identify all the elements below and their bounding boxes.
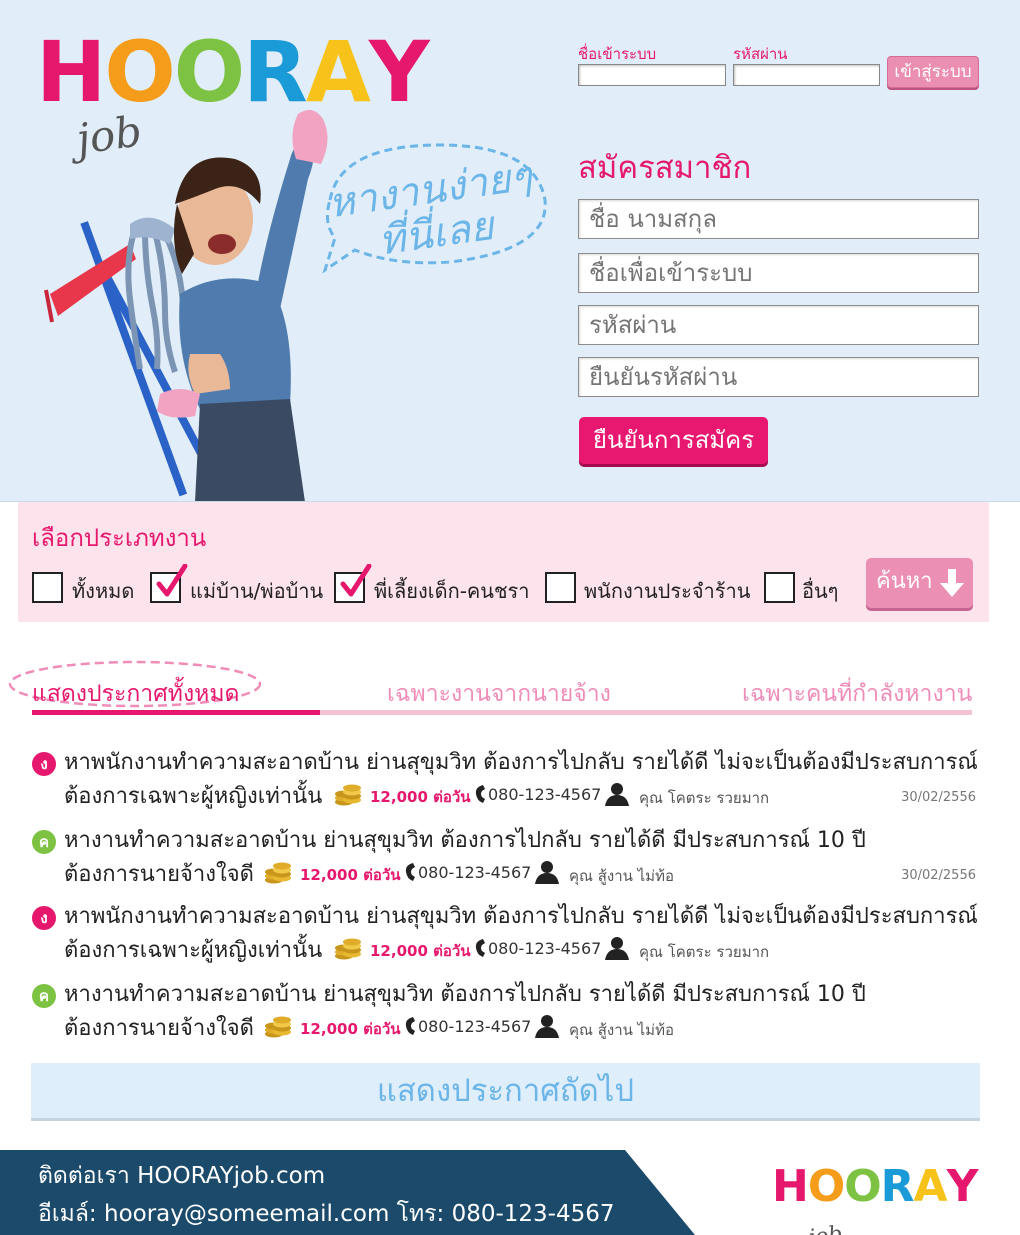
job-details: ต้องการนายจ้างใจดี 12,000 ต่อวัน 080-123-4… [64,856,980,887]
wage: 12,000 ต่อวัน [370,942,471,960]
coins-icon [334,936,362,960]
search-label: ค้นหา [876,569,933,594]
username-field[interactable] [578,253,979,293]
coins-icon [264,1014,292,1038]
woman-with-mop-illustration [44,110,328,501]
phone-icon [404,862,416,882]
contact-person: คุณ สู้งาน ไม่ท้อ [569,867,674,885]
tab-underline-active [32,710,320,715]
post-date: 30/02/2556 [901,790,976,805]
listing-type-badge: ค [32,984,56,1008]
job-type-label: พนักงานประจำร้าน [584,579,751,603]
confirm-password-field[interactable] [578,357,979,397]
next-listings-button[interactable]: แสดงประกาศถัดไป [31,1063,980,1121]
job-requirement: ต้องการเฉพาะผู้หญิงเท่านั้น [64,938,323,963]
logo-letter: A [913,1161,948,1212]
job-details: ต้องการเฉพาะผู้หญิงเท่านั้น 12,000 ต่อวัน… [64,778,980,809]
hooray-job-footer-logo[interactable]: HOORAYjob [772,1161,978,1235]
phone-number[interactable]: 080-123-4567 [488,939,601,958]
contact-person: คุณ สู้งาน ไม่ท้อ [569,1021,674,1039]
login-password-input[interactable] [733,64,880,86]
password-label: รหัสผ่าน [733,45,788,63]
contact-person: คุณ โคตระ รวยมาก [639,943,770,961]
job-type-checkbox[interactable] [334,564,372,603]
register-submit-button[interactable]: ยืนยันการสมัคร [579,417,768,464]
phone-number[interactable]: 080-123-4567 [488,785,601,804]
phone-icon [474,784,486,804]
login-button[interactable]: เข้าสู่ระบบ [887,56,979,88]
job-type-checkbox[interactable] [764,572,795,603]
wage: 12,000 ต่อวัน [300,1020,401,1038]
arrow-down-icon [940,569,964,597]
listing-type-badge: ค [32,830,56,854]
coins-icon [264,860,292,884]
job-title[interactable]: หางานทำความสะอาดบ้าน ย่านสุขุมวิท ต้องกา… [64,822,866,857]
job-type-checkbox[interactable] [150,564,188,603]
job-title[interactable]: หาพนักงานทำความสะอาดบ้าน ย่านสุขุมวิท ต้… [64,744,978,779]
wage: 12,000 ต่อวัน [300,866,401,884]
logo-letter: O [844,1161,881,1212]
password-field[interactable] [578,305,979,345]
job-requirement: ต้องการนายจ้างใจดี [64,862,254,887]
logo-letter: R [880,1161,915,1212]
listing-tabs: แสดงประกาศทั้งหมด เฉพาะงานจากนายจ้าง เฉพ… [8,660,972,716]
job-title[interactable]: หางานทำความสะอาดบ้าน ย่านสุขุมวิท ต้องกา… [64,976,866,1011]
job-listing[interactable]: ค หางานทำความสะอาดบ้าน ย่านสุขุมวิท ต้องก… [30,822,980,888]
job-type-filter: เลือกประเภทงาน ทั้งหมด แม่บ้าน/พ่อบ้าน พี่… [18,502,989,622]
logo-letter: O [807,1161,845,1212]
register-title: สมัครสมาชิก [578,150,752,186]
job-listing[interactable]: ง หาพนักงานทำความสะอาดบ้าน ย่านสุขุมวิท ต… [30,744,980,810]
person-icon [604,936,630,960]
job-type-label: แม่บ้าน/พ่อบ้าน [190,579,324,603]
checkmark-icon [156,564,188,597]
phone-number[interactable]: 080-123-4567 [418,1017,531,1036]
fullname-field[interactable] [578,199,979,239]
footer-email-phone[interactable]: อีเมล์: hooray@someemail.com โทร: 080-12… [38,1196,615,1232]
checkmark-icon [340,564,372,597]
wage: 12,000 ต่อวัน [370,788,471,806]
search-button[interactable]: ค้นหา [866,558,973,608]
tab-seeker-listings[interactable]: เฉพาะคนที่กำลังหางาน [742,676,972,712]
login-username-input[interactable] [578,64,726,86]
job-details: ต้องการเฉพาะผู้หญิงเท่านั้น 12,000 ต่อวัน… [64,932,980,963]
listing-type-badge: ง [32,906,56,930]
logo-letter: H [772,1161,809,1212]
job-type-label: อื่นๆ [802,579,839,603]
footer-contact[interactable]: ติดต่อเรา HOORAYjob.com [38,1158,325,1194]
job-requirement: ต้องการเฉพาะผู้หญิงเท่านั้น [64,784,323,809]
username-label: ชื่อเข้าระบบ [578,45,657,63]
job-type-checkbox[interactable] [32,572,63,603]
person-icon [534,1014,560,1038]
job-listing[interactable]: ง หาพนักงานทำความสะอาดบ้าน ย่านสุขุมวิท ต… [30,898,980,964]
phone-icon [404,1016,416,1036]
job-title[interactable]: หาพนักงานทำความสะอาดบ้าน ย่านสุขุมวิท ต้… [64,898,978,933]
contact-person: คุณ โคตระ รวยมาก [639,789,770,807]
job-type-checkbox[interactable] [545,572,576,603]
coins-icon [334,782,362,806]
hero-banner: H O O R A Yjob หางานง่ายๆ ที่นี่เลย ชื่อ… [0,0,1020,502]
job-listing[interactable]: ค หางานทำความสะอาดบ้าน ย่านสุขุมวิท ต้องก… [30,976,980,1042]
person-icon [534,860,560,884]
post-date: 30/02/2556 [901,868,976,883]
person-icon [604,782,630,806]
phone-icon [474,938,486,958]
job-type-label: พี่เลี้ยงเด็ก-คนชรา [374,579,530,603]
job-type-label: ทั้งหมด [72,579,135,603]
job-requirement: ต้องการนายจ้างใจดี [64,1016,254,1041]
listing-type-badge: ง [32,752,56,776]
tab-employer-listings[interactable]: เฉพาะงานจากนายจ้าง [387,676,611,712]
tab-all-listings[interactable]: แสดงประกาศทั้งหมด [32,676,239,712]
filter-title: เลือกประเภทงาน [32,524,207,552]
phone-number[interactable]: 080-123-4567 [418,863,531,882]
job-details: ต้องการนายจ้างใจดี 12,000 ต่อวัน 080-123-4… [64,1010,980,1041]
